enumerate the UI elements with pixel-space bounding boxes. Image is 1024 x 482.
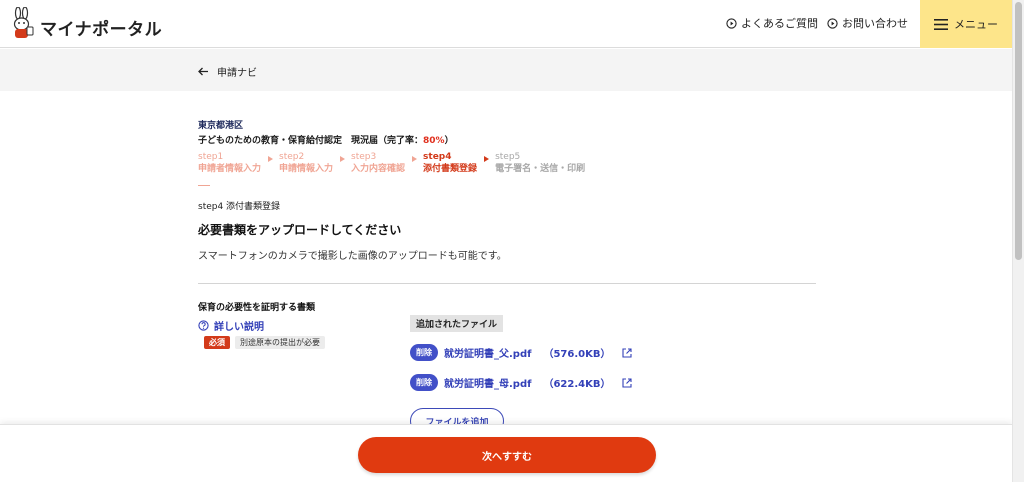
step-1: step1 申請者情報入力 <box>198 151 274 175</box>
step-label: 入力内容確認 <box>351 164 406 174</box>
delete-file-button[interactable]: 削除 <box>410 344 438 361</box>
step-number: step1 <box>198 152 224 162</box>
step-number: step5 <box>495 152 521 162</box>
page-description: スマートフォンのカメラで撮影した画像のアップロードも可能です。 <box>198 251 507 262</box>
menu-button[interactable]: メニュー <box>920 0 1012 48</box>
step-arrow-icon <box>412 156 418 162</box>
step-4: step4 添付書類登録 <box>423 151 490 175</box>
added-files-label: 追加されたファイル <box>410 315 504 332</box>
step-2: step2 申請情報入力 <box>279 151 346 175</box>
completion-rate: 80% <box>423 136 445 146</box>
site-header: マイナポータル よくあるご質問 お問い合わせ メニュー <box>0 0 1012 48</box>
menu-button-label: メニュー <box>954 18 998 31</box>
step-label: 申請情報入力 <box>279 164 334 174</box>
step-divider <box>198 185 210 186</box>
required-badge: 必須 <box>204 336 230 349</box>
step-label: 申請者情報入力 <box>198 164 262 174</box>
step-number: step4 <box>423 152 452 162</box>
page-heading: 必要書類をアップロードしてください <box>198 223 402 237</box>
application-title-text: 子どものための教育・保育給付認定 現況届（完了率： <box>198 136 424 146</box>
step-label: 電子署名・送信・印刷 <box>495 164 586 174</box>
detail-link-label: 詳しい説明 <box>214 322 264 333</box>
step-number: step2 <box>279 152 305 162</box>
file-name-link[interactable]: 就労証明書_父.pdf <box>444 345 531 360</box>
help-circle-icon <box>198 320 209 331</box>
page-scrollbar[interactable] <box>1012 0 1024 482</box>
back-link-label: 申請ナビ <box>217 68 257 79</box>
step-5: step5 電子署名・送信・印刷 <box>495 151 585 175</box>
faq-link[interactable]: よくあるご質問 <box>726 15 818 31</box>
arrow-left-icon <box>198 67 208 76</box>
step-label: 添付書類登録 <box>423 164 478 174</box>
hamburger-icon <box>934 18 948 30</box>
application-title-suffix: ） <box>444 136 454 146</box>
file-name-link[interactable]: 就労証明書_母.pdf <box>444 375 531 390</box>
play-circle-icon <box>726 17 737 29</box>
file-row: 削除 就労証明書_母.pdf （622.4KB） <box>410 374 633 391</box>
breadcrumb-bar: 申請ナビ <box>0 49 1012 91</box>
next-button[interactable]: 次へすすむ <box>358 437 656 473</box>
footer-bar: 次へすすむ <box>0 424 1012 482</box>
logo[interactable]: マイナポータル <box>10 6 163 41</box>
step-3: step3 入力内容確認 <box>351 151 418 175</box>
step-arrow-icon <box>340 156 346 162</box>
scrollbar-thumb[interactable] <box>1015 2 1022 260</box>
municipality-name: 東京都港区 <box>198 121 244 131</box>
file-size: （622.4KB） <box>543 379 611 390</box>
step-number: step3 <box>351 152 377 162</box>
external-link-icon[interactable] <box>622 347 633 358</box>
original-required-badge: 別途原本の提出が必要 <box>235 336 325 349</box>
step-arrow-icon <box>484 156 490 162</box>
document-tags: 必須 別途原本の提出が必要 <box>204 336 325 349</box>
detail-explanation-link[interactable]: 詳しい説明 <box>198 318 264 333</box>
file-size: （576.0KB） <box>543 349 611 360</box>
document-title: 保育の必要性を証明する書類 <box>198 303 316 313</box>
file-row: 削除 就労証明書_父.pdf （576.0KB） <box>410 344 633 361</box>
application-title: 子どものための教育・保育給付認定 現況届（完了率：80%） <box>198 133 454 146</box>
contact-link[interactable]: お問い合わせ <box>827 15 908 31</box>
faq-link-label: よくあるご質問 <box>741 17 818 30</box>
step-progress: step1 申請者情報入力 step2 申請情報入力 step3 入力内容確認 … <box>198 151 603 175</box>
section-divider <box>198 283 816 284</box>
delete-file-button[interactable]: 削除 <box>410 374 438 391</box>
rabbit-mascot-icon <box>10 6 36 41</box>
step-arrow-icon <box>268 156 274 162</box>
logo-text: マイナポータル <box>40 19 163 40</box>
play-circle-icon <box>827 17 838 29</box>
current-step-caption: step4 添付書類登録 <box>198 202 281 212</box>
back-to-navi-link[interactable]: 申請ナビ <box>198 64 257 79</box>
contact-link-label: お問い合わせ <box>842 17 908 30</box>
external-link-icon[interactable] <box>622 377 633 388</box>
